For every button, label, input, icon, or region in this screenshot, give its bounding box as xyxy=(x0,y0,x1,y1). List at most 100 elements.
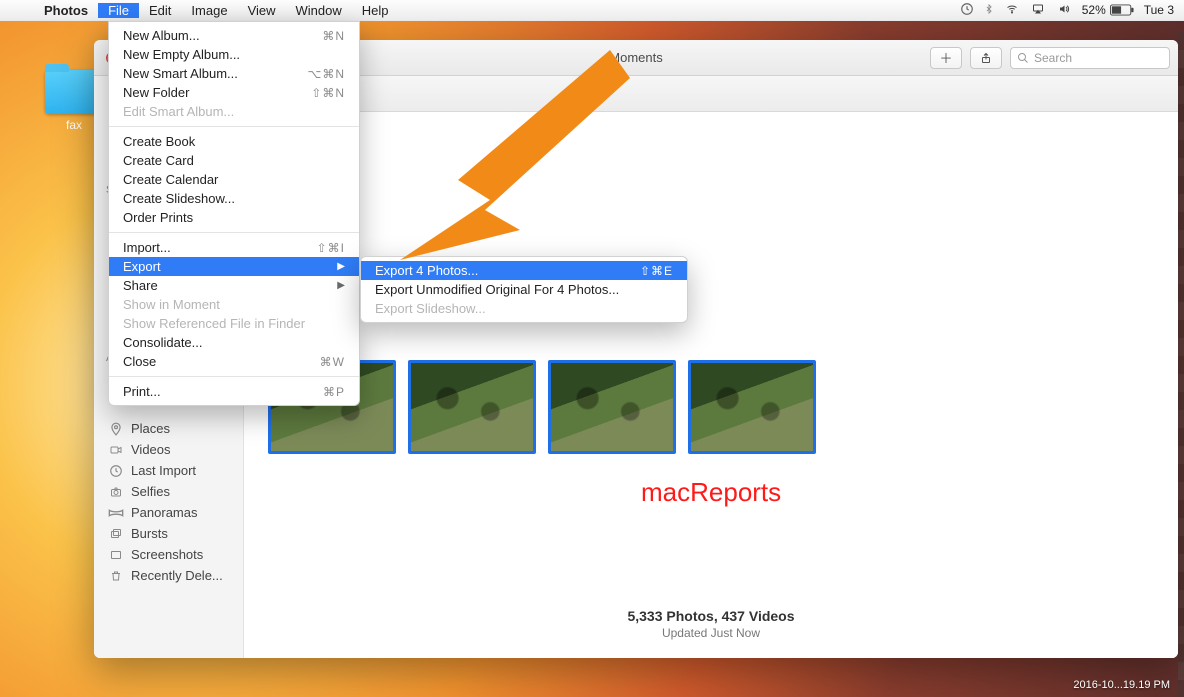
menu-item[interactable]: New Smart Album...⌥⌘N xyxy=(109,64,359,83)
menu-item: Show Referenced File in Finder xyxy=(109,314,359,333)
menu-item-label: Consolidate... xyxy=(123,335,345,350)
photo-thumbnail[interactable] xyxy=(408,360,536,454)
menu-item-shortcut: ⇧⌘I xyxy=(317,241,345,255)
menu-item: Edit Smart Album... xyxy=(109,102,359,121)
menu-item[interactable]: Export 4 Photos... ⇧⌘E xyxy=(361,261,687,280)
video-icon xyxy=(108,443,124,457)
search-input[interactable]: Search xyxy=(1010,47,1170,69)
camera-icon xyxy=(108,485,124,499)
menu-item[interactable]: New Album... ⌘N xyxy=(109,26,359,45)
right-edge-strip xyxy=(1178,32,1184,697)
screenshot-icon xyxy=(108,548,124,562)
sidebar-item-label: Panoramas xyxy=(131,505,197,520)
menu-item-shortcut: ⇧⌘E xyxy=(640,264,673,278)
menu-item[interactable]: New Empty Album... xyxy=(109,45,359,64)
burst-icon xyxy=(108,527,124,541)
menu-item-label: Create Book xyxy=(123,134,345,149)
timemachine-icon[interactable] xyxy=(960,2,974,19)
sidebar-item-trash[interactable]: Recently Dele... xyxy=(94,565,243,586)
desktop-filename: 2016-10...19.19 PM xyxy=(1073,679,1170,691)
thumbnail-row xyxy=(268,360,1154,454)
sidebar-item-clock[interactable]: Last Import xyxy=(94,460,243,481)
watermark-text: macReports xyxy=(641,477,781,508)
bluetooth-icon[interactable] xyxy=(984,2,994,19)
photo-thumbnail[interactable] xyxy=(688,360,816,454)
sidebar-item-camera[interactable]: Selfies xyxy=(94,481,243,502)
menubar-status: 52% Tue 3 xyxy=(960,2,1184,19)
menu-separator xyxy=(109,126,359,127)
menu-help[interactable]: Help xyxy=(352,3,399,18)
sidebar-item-label: Bursts xyxy=(131,526,168,541)
menu-item[interactable]: New Folder ⇧⌘N xyxy=(109,83,359,102)
menu-item[interactable]: Share ▶ xyxy=(109,276,359,295)
menu-item[interactable]: Create Card xyxy=(109,151,359,170)
sidebar-item-pano[interactable]: Panoramas xyxy=(94,502,243,523)
trash-icon xyxy=(108,569,124,583)
clock-icon xyxy=(108,464,124,478)
menu-item-label: Export xyxy=(123,259,319,274)
menu-separator xyxy=(109,232,359,233)
menu-item-label: Create Card xyxy=(123,153,345,168)
menu-item[interactable]: Export Unmodified Original For 4 Photos.… xyxy=(361,280,687,299)
menu-item[interactable]: Create Book xyxy=(109,132,359,151)
sidebar-item-places[interactable]: Places xyxy=(94,418,243,439)
menu-item-label: Edit Smart Album... xyxy=(123,104,345,119)
photo-thumbnail[interactable] xyxy=(548,360,676,454)
sidebar-item-label: Selfies xyxy=(131,484,170,499)
places-icon xyxy=(108,422,124,436)
menu-separator xyxy=(109,376,359,377)
menu-item-label: Export Unmodified Original For 4 Photos.… xyxy=(375,282,673,297)
footer-updated: Updated Just Now xyxy=(244,626,1178,640)
menu-image[interactable]: Image xyxy=(181,3,237,18)
menu-item-label: Import... xyxy=(123,240,293,255)
file-menu: New Album... ⌘N New Empty Album... New Smar… xyxy=(108,21,360,406)
sidebar-item-video[interactable]: Videos xyxy=(94,439,243,460)
menu-item[interactable]: Create Calendar xyxy=(109,170,359,189)
menu-item[interactable]: Export ▶ xyxy=(109,257,359,276)
menu-window[interactable]: Window xyxy=(286,3,352,18)
pano-icon xyxy=(108,506,124,520)
menu-item-shortcut: ⌘W xyxy=(320,355,345,369)
menu-item-label: Export 4 Photos... xyxy=(375,263,616,278)
menu-item[interactable]: Print...⌘P xyxy=(109,382,359,401)
menu-item-label: Order Prints xyxy=(123,210,345,225)
menu-view[interactable]: View xyxy=(238,3,286,18)
menu-item-label: Create Slideshow... xyxy=(123,191,345,206)
sidebar-item-burst[interactable]: Bursts xyxy=(94,523,243,544)
menu-item-label: Share xyxy=(123,278,319,293)
sidebar-item-screenshot[interactable]: Screenshots xyxy=(94,544,243,565)
menu-item[interactable]: Import... ⇧⌘I xyxy=(109,238,359,257)
battery-percent: 52% xyxy=(1082,3,1106,17)
menu-item[interactable]: Consolidate... xyxy=(109,333,359,352)
content-area: macReports Sep 26 〉 5,333 Photos, 437 Vi… xyxy=(244,76,1178,658)
sidebar-item-label: Last Import xyxy=(131,463,196,478)
menubar-clock[interactable]: Tue 3 xyxy=(1144,3,1174,17)
menu-item-label: Close xyxy=(123,354,296,369)
battery-indicator[interactable]: 52% xyxy=(1082,3,1134,17)
menu-item-shortcut: ⇧⌘N xyxy=(311,86,345,100)
app-name[interactable]: Photos xyxy=(34,3,98,18)
menu-item-label: New Folder xyxy=(123,85,287,100)
sidebar-item-label: Screenshots xyxy=(131,547,203,562)
menu-item-shortcut: ⌘P xyxy=(323,385,345,399)
menu-item[interactable]: Close ⌘W xyxy=(109,352,359,371)
submenu-arrow-icon: ▶ xyxy=(337,261,345,272)
menu-item-label: New Empty Album... xyxy=(123,47,345,62)
wifi-icon[interactable] xyxy=(1004,3,1020,18)
sidebar-item-label: Videos xyxy=(131,442,171,457)
volume-icon[interactable] xyxy=(1056,3,1072,18)
share-button[interactable] xyxy=(970,47,1002,69)
airplay-icon[interactable] xyxy=(1030,3,1046,18)
menu-item-shortcut: ⌘N xyxy=(322,29,345,43)
content-toolbar xyxy=(244,76,1178,112)
date-header[interactable]: Sep 26 〉 xyxy=(268,332,1154,348)
menu-item[interactable]: Create Slideshow... xyxy=(109,189,359,208)
menu-file[interactable]: File xyxy=(98,3,139,18)
menu-item[interactable]: Order Prints xyxy=(109,208,359,227)
menu-item-label: Export Slideshow... xyxy=(375,301,673,316)
menu-item-label: New Album... xyxy=(123,28,298,43)
add-button[interactable]: ＋ xyxy=(930,47,962,69)
menu-edit[interactable]: Edit xyxy=(139,3,181,18)
menu-item: Export Slideshow... xyxy=(361,299,687,318)
submenu-arrow-icon: ▶ xyxy=(337,280,345,291)
